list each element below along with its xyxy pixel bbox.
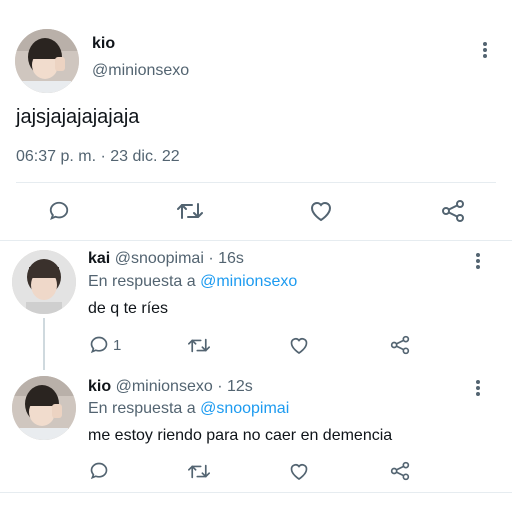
divider bbox=[0, 240, 512, 241]
thread-line bbox=[43, 318, 45, 370]
reply-icon[interactable] bbox=[88, 460, 110, 482]
reply-icon[interactable] bbox=[46, 198, 72, 224]
author-handle[interactable]: @minionsexo bbox=[116, 378, 213, 395]
share-icon[interactable] bbox=[389, 460, 411, 482]
reply-to-link[interactable]: @minionsexo bbox=[200, 273, 297, 290]
retweet-icon[interactable] bbox=[187, 460, 211, 482]
avatar[interactable] bbox=[12, 376, 76, 440]
like-icon[interactable] bbox=[288, 334, 310, 356]
more-icon[interactable] bbox=[472, 378, 484, 398]
more-icon[interactable] bbox=[472, 251, 484, 271]
reply-text: me estoy riendo para no caer en demencia bbox=[88, 427, 393, 444]
author-name[interactable]: kio bbox=[88, 378, 111, 395]
share-icon[interactable] bbox=[389, 334, 411, 356]
reply-to-link[interactable]: @snoopimai bbox=[200, 400, 289, 417]
tweet-timestamp[interactable]: 06:37 p. m. · 23 dic. 22 bbox=[16, 148, 180, 166]
divider bbox=[0, 492, 512, 493]
author-handle[interactable]: @minionsexo bbox=[92, 62, 189, 80]
reply-count: 1 bbox=[113, 337, 122, 354]
like-icon[interactable] bbox=[308, 198, 334, 224]
author-name[interactable]: kai bbox=[88, 250, 110, 267]
avatar[interactable] bbox=[15, 29, 79, 93]
tweet-text: jajsjajajajajaja bbox=[16, 106, 140, 128]
divider bbox=[16, 182, 496, 183]
share-icon[interactable] bbox=[440, 198, 466, 224]
separator: · bbox=[208, 250, 214, 267]
separator: · bbox=[217, 378, 223, 395]
reply-icon[interactable] bbox=[88, 334, 110, 356]
reply-text: de q te ríes bbox=[88, 300, 169, 317]
like-icon[interactable] bbox=[288, 460, 310, 482]
reply-to-label: En respuesta a bbox=[88, 400, 196, 417]
author-handle[interactable]: @snoopimai bbox=[115, 250, 204, 267]
avatar[interactable] bbox=[12, 250, 76, 314]
reply-time[interactable]: 12s bbox=[227, 378, 253, 395]
author-name[interactable]: kio bbox=[92, 35, 115, 53]
more-icon[interactable] bbox=[479, 40, 491, 60]
reply-to-label: En respuesta a bbox=[88, 273, 196, 290]
retweet-icon[interactable] bbox=[187, 334, 211, 356]
retweet-icon[interactable] bbox=[176, 198, 204, 224]
reply-time[interactable]: 16s bbox=[218, 250, 244, 267]
